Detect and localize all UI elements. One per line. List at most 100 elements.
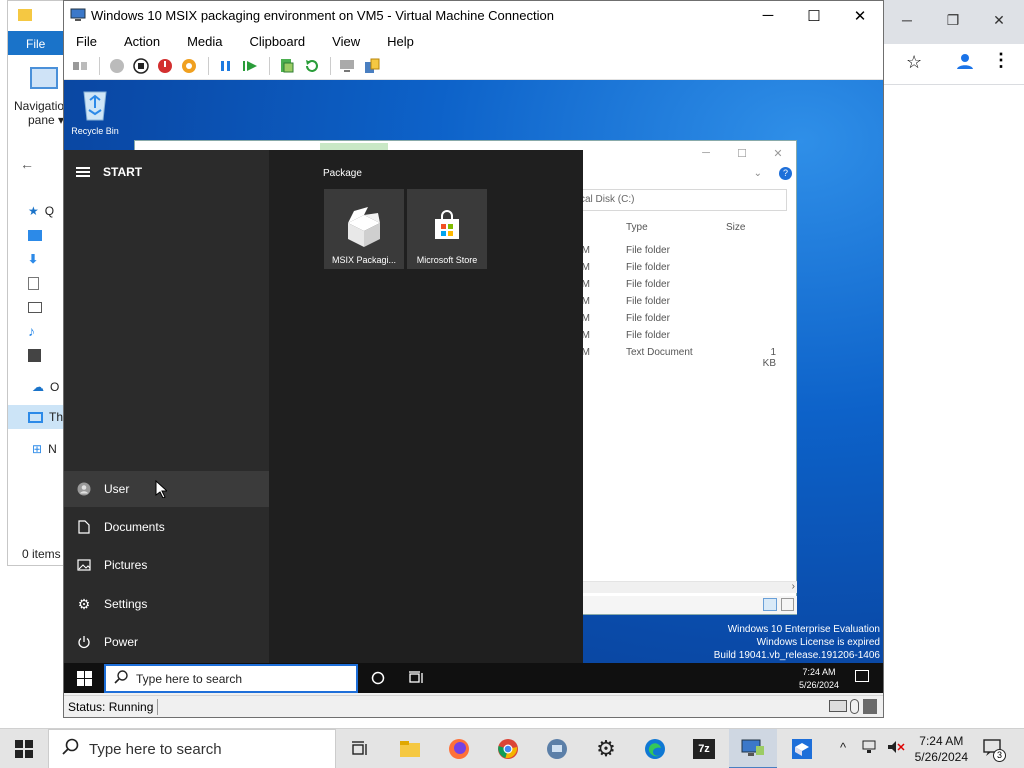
host-clock[interactable]: 7:24 AM 5/26/2024 <box>915 733 968 765</box>
msix-packaging-icon[interactable] <box>778 729 826 768</box>
vm-desktop[interactable]: Recycle Bin ─ ☐ ✕ ⌄ ? cal Disk (C:) Type… <box>64 80 883 693</box>
remote-desktop-icon[interactable] <box>533 729 581 768</box>
tree-item-quick-access[interactable]: ★ Q <box>28 201 54 221</box>
show-hidden-icons-chevron[interactable]: ^ <box>840 740 846 755</box>
address-bar[interactable]: cal Disk (C:) <box>575 189 787 211</box>
restore-icon[interactable]: ❐ <box>930 0 976 40</box>
table-row[interactable]: AMFile folder <box>575 330 785 346</box>
shutdown-icon[interactable] <box>154 55 176 77</box>
tree-item[interactable]: ⬇ <box>28 249 38 269</box>
vm-connection-icon[interactable] <box>729 729 777 768</box>
turn-off-icon[interactable] <box>130 55 152 77</box>
chevron-down-icon[interactable]: ⌄ <box>754 168 762 179</box>
menu-action[interactable]: Action <box>120 34 164 49</box>
settings-gear-icon[interactable]: ⚙ <box>582 729 630 768</box>
host-taskbar: Type here to search ⚙ 7z ^ 7:24 AM 5/26/… <box>0 728 1024 768</box>
start-menu-header[interactable]: START <box>76 165 142 179</box>
host-start-button[interactable] <box>0 729 48 768</box>
task-view-icon[interactable] <box>407 669 425 687</box>
network-status-icon[interactable] <box>862 740 878 757</box>
7zip-icon[interactable]: 7z <box>680 729 728 768</box>
start-menu: START User Documents Pictures ⚙ Settings <box>64 150 583 663</box>
tree-item[interactable]: ♪ <box>28 321 35 341</box>
edge-icon[interactable] <box>631 729 679 768</box>
vm-title-bar[interactable]: Windows 10 MSIX packaging environment on… <box>64 1 883 30</box>
start-item-power[interactable]: Power <box>64 624 269 660</box>
desktop-icon <box>28 229 42 241</box>
vm-toolbar <box>64 52 883 80</box>
close-icon[interactable]: ✕ <box>760 141 796 165</box>
tree-item-network[interactable]: ⊞ N <box>32 439 57 459</box>
profile-icon[interactable] <box>956 52 974 73</box>
tree-item[interactable] <box>28 297 42 317</box>
enhanced-session-icon[interactable] <box>337 55 359 77</box>
minimize-icon[interactable]: ─ <box>745 1 791 30</box>
save-state-icon[interactable] <box>178 55 200 77</box>
notification-icon[interactable] <box>855 670 869 682</box>
menu-file[interactable]: File <box>72 34 101 49</box>
close-icon[interactable]: ✕ <box>837 1 883 30</box>
minimize-icon[interactable]: ─ <box>884 0 930 40</box>
navigation-pane-button[interactable]: Navigatio pane ▾ <box>14 99 64 127</box>
column-header-size[interactable]: Size <box>726 222 745 233</box>
pause-icon[interactable] <box>215 55 237 77</box>
vm-start-button[interactable] <box>64 663 104 693</box>
tree-item[interactable] <box>28 345 41 365</box>
tree-item[interactable] <box>28 273 39 293</box>
start-item-documents[interactable]: Documents <box>64 509 269 545</box>
column-header-type[interactable]: Type <box>626 222 648 233</box>
ctrl-alt-del-icon[interactable] <box>69 55 91 77</box>
vm-clock[interactable]: 7:24 AM 5/26/2024 <box>799 666 839 692</box>
navigation-pane-icon <box>30 67 58 89</box>
network-icon: ⊞ <box>32 442 43 456</box>
table-row[interactable]: PMFile folder <box>575 296 785 312</box>
minimize-icon[interactable]: ─ <box>688 141 724 165</box>
table-row[interactable]: AMFile folder <box>575 245 785 261</box>
close-icon[interactable]: ✕ <box>976 0 1022 40</box>
maximize-icon[interactable]: ☐ <box>791 1 837 30</box>
tree-item[interactable] <box>28 225 42 245</box>
help-icon[interactable]: ? <box>779 167 792 180</box>
chrome-icon[interactable] <box>484 729 532 768</box>
file-explorer-icon[interactable] <box>386 729 434 768</box>
ribbon-file-tab[interactable]: File <box>8 31 67 55</box>
host-search-box[interactable]: Type here to search <box>48 729 336 768</box>
vm-search-box[interactable]: Type here to search <box>104 664 358 693</box>
table-row[interactable]: AMFile folder <box>575 313 785 329</box>
table-row[interactable]: PMText Document1 KB <box>575 347 785 369</box>
recycle-bin-shortcut[interactable]: Recycle Bin <box>70 86 120 136</box>
volume-muted-icon[interactable] <box>887 740 905 757</box>
share-icon[interactable] <box>361 55 383 77</box>
checkpoint-icon[interactable] <box>276 55 298 77</box>
resume-icon[interactable] <box>239 55 261 77</box>
large-icons-view-icon[interactable] <box>781 598 794 611</box>
start-item-settings[interactable]: ⚙ Settings <box>64 586 269 622</box>
back-arrow-icon[interactable]: ← <box>20 156 34 172</box>
tile-microsoft-store[interactable]: Microsoft Store <box>407 189 487 269</box>
menu-media[interactable]: Media <box>183 34 226 49</box>
task-view-icon[interactable] <box>336 729 384 768</box>
tree-item-onedrive[interactable]: ☁ O <box>32 377 59 397</box>
start-item-pictures[interactable]: Pictures <box>64 547 269 583</box>
firefox-icon[interactable] <box>435 729 483 768</box>
hamburger-menu-icon[interactable] <box>76 167 90 177</box>
tile-msix-packaging[interactable]: MSIX Packagi... <box>324 189 404 269</box>
cortana-icon[interactable] <box>369 669 387 687</box>
start-vm-icon[interactable] <box>106 55 128 77</box>
scroll-right-icon[interactable]: › <box>792 581 795 592</box>
table-row[interactable]: AMFile folder <box>575 262 785 278</box>
table-row[interactable]: AMFile folder <box>575 279 785 295</box>
details-view-icon[interactable] <box>763 598 777 611</box>
mouse-cursor-icon <box>155 480 167 498</box>
revert-icon[interactable] <box>300 55 322 77</box>
menu-help[interactable]: Help <box>383 34 418 49</box>
menu-view[interactable]: View <box>328 34 364 49</box>
tree-item-this-pc[interactable]: Th <box>28 407 63 427</box>
maximize-icon[interactable]: ☐ <box>724 141 760 165</box>
bookmark-star-icon[interactable]: ☆ <box>906 52 922 73</box>
tile-group-label: Package <box>323 168 362 179</box>
menu-kebab-icon[interactable]: ⋮ <box>992 50 1010 71</box>
windows-logo-icon <box>15 740 33 758</box>
menu-clipboard[interactable]: Clipboard <box>246 34 310 49</box>
horizontal-scrollbar[interactable]: › <box>575 581 797 593</box>
